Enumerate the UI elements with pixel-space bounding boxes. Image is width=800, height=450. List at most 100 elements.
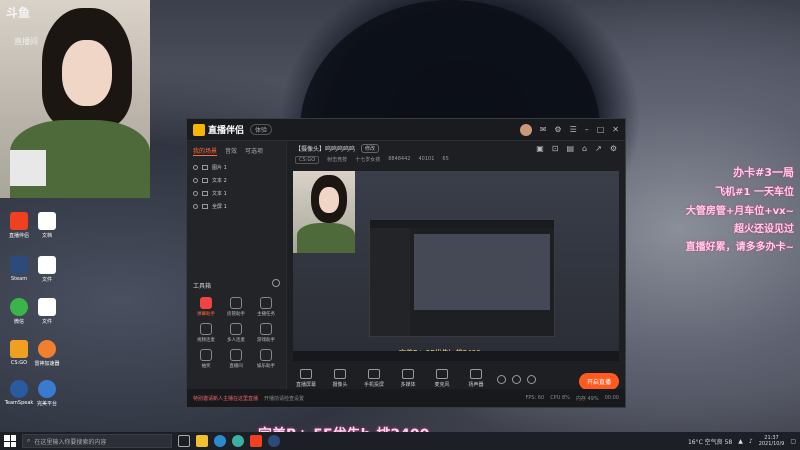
gear-icon[interactable]	[527, 375, 536, 384]
fps-readout: FPS: 60	[525, 395, 545, 401]
eye-icon[interactable]	[193, 178, 198, 183]
status-bar: 特别邀请新人主播在这里直播 开播前请检查设置 FPS: 60 CPU 8% 内存…	[187, 389, 625, 407]
gift-icon[interactable]: ▣	[536, 144, 544, 153]
lock-icon[interactable]	[202, 191, 208, 196]
preview-webcam-face	[319, 187, 339, 213]
steam-icon[interactable]	[268, 435, 280, 447]
source-item[interactable]: 文本 1	[187, 187, 286, 200]
close-icon[interactable]: ✕	[612, 125, 619, 134]
lock-icon[interactable]	[202, 178, 208, 183]
preview-nested-titlebar	[370, 220, 554, 228]
douyu-logo-sub: 直播间	[14, 37, 38, 46]
room-id: 8848442	[388, 156, 411, 162]
source-item[interactable]: 图片 1	[187, 161, 286, 174]
stream-preview[interactable]: 完美B+ 5E优先b-排2400	[293, 171, 619, 361]
tab-scenes[interactable]: 我的场景	[193, 146, 218, 156]
lock-icon[interactable]: ⊡	[552, 144, 559, 153]
webcam-overlay: 斗鱼 直播间	[0, 0, 150, 198]
desktop-icon-6[interactable]: 文件	[32, 298, 62, 325]
calendar-icon[interactable]: ▤	[566, 144, 574, 153]
game-category[interactable]: CS:GO	[295, 156, 320, 164]
network-icon[interactable]: ▲	[738, 438, 743, 445]
room-stats: CS:GO 射击竞技 十七岁女孩 8848442 40101 65	[287, 156, 625, 164]
status-warning[interactable]: 特别邀请新人主播在这里直播	[193, 395, 258, 402]
tool-room[interactable]: 直播间	[221, 349, 251, 369]
media-button[interactable]: 多媒体	[395, 369, 421, 388]
share-icon[interactable]: ↗	[595, 144, 602, 153]
phone-icon	[368, 369, 380, 379]
edge-icon[interactable]	[232, 435, 244, 447]
system-tray: 16°C 空气良 58 ▲ ♪ 21:37 2021/10/9 ▢	[688, 435, 796, 447]
eye-icon[interactable]	[193, 204, 198, 209]
desktop-icon-8[interactable]: 雷神加速器	[32, 340, 62, 367]
weather-readout[interactable]: 16°C 空气良 58	[688, 437, 732, 446]
eye-icon[interactable]	[193, 191, 198, 196]
app-title: 直播伴侣	[208, 126, 245, 136]
lock-icon[interactable]	[202, 204, 208, 209]
taskbar-search[interactable]: ⌕ 在这里输入你要搜索的内容	[22, 434, 172, 448]
promo-line-5: 直播好累，请多多办卡~	[685, 242, 794, 253]
tool-task[interactable]: 主播任务	[251, 297, 281, 317]
menu-icon[interactable]: ☰	[570, 125, 577, 134]
refresh-icon[interactable]	[272, 279, 280, 287]
tab-sound[interactable]: 音效	[225, 146, 237, 156]
desktop-icon-7[interactable]: CS:GO	[4, 340, 34, 366]
scene-tabs: 我的场景 音效 可选项	[187, 141, 286, 161]
app-logo-icon	[193, 123, 205, 136]
desktop-icon-2[interactable]: 文档	[32, 212, 62, 239]
preview-taskbar	[293, 351, 619, 361]
tool-video-link[interactable]: 视频连麦	[191, 323, 221, 343]
tool-game[interactable]: 游戏助手	[251, 323, 281, 343]
settings-icon[interactable]: ⚙	[610, 144, 617, 153]
version-badge[interactable]: 体验	[250, 124, 273, 135]
tool-fun[interactable]: 娱乐助手	[251, 349, 281, 369]
desktop-icon-4[interactable]: 文件	[32, 256, 62, 283]
record-icon[interactable]	[497, 375, 506, 384]
source-item[interactable]: 全屏 1	[187, 200, 286, 213]
cpu-readout: CPU 8%	[550, 395, 570, 401]
desktop-icon-10[interactable]: 完美平台	[32, 380, 62, 407]
webcam-face	[62, 40, 112, 106]
maximize-icon[interactable]: □	[597, 125, 605, 134]
tab-options[interactable]: 可选项	[245, 146, 263, 156]
screen-capture-button[interactable]: 直播屏幕	[293, 369, 319, 388]
tool-admin[interactable]: 房管助手	[221, 297, 251, 317]
source-item[interactable]: 文本 2	[187, 174, 286, 187]
mail-icon[interactable]: ✉	[540, 125, 547, 134]
clock[interactable]: 21:37 2021/10/9	[759, 435, 785, 447]
desktop-icon-9[interactable]: TeamSpeak	[4, 380, 34, 406]
eye-icon[interactable]	[512, 375, 521, 384]
volume-icon[interactable]: ♪	[749, 438, 753, 445]
room-edit-button[interactable]: 修改	[361, 144, 380, 153]
notification-icon[interactable]: ▢	[790, 438, 796, 445]
camera-button[interactable]: 摄像头	[327, 369, 353, 388]
phone-cast-button[interactable]: 手机投屏	[361, 369, 387, 388]
streaming-app-icon[interactable]	[250, 435, 262, 447]
browser-icon[interactable]	[214, 435, 226, 447]
live-timer: 00:00	[604, 395, 619, 401]
heat-count: 40101	[418, 156, 435, 162]
tool-multi-link[interactable]: 多人连麦	[221, 323, 251, 343]
promo-line-4: 超火还设见过	[734, 224, 794, 235]
toolbox-grid: 弹幕助手 房管助手 主播任务 视频连麦 多人连麦 游戏助手 抽奖 直播间 娱乐助…	[191, 297, 283, 369]
windows-start-icon[interactable]	[4, 435, 16, 447]
tool-danmu[interactable]: 弹幕助手	[191, 297, 221, 317]
preview-nested-window	[369, 219, 555, 337]
lock-icon[interactable]	[202, 165, 208, 170]
main-panel: 【摄像头】呜呜呜呜呜 修改 ▣ ⊡ ▤ ⌂ ↗ ⚙ CS:GO 射击竞技 十七岁…	[287, 141, 625, 390]
speaker-button[interactable]: 扬声器	[463, 369, 489, 388]
minimize-icon[interactable]: –	[585, 125, 589, 134]
settings-icon[interactable]: ⚙	[554, 125, 561, 134]
home-icon[interactable]: ⌂	[582, 144, 587, 153]
tool-lottery[interactable]: 抽奖	[191, 349, 221, 369]
desktop-icon-1[interactable]: 直播伴侣	[4, 212, 34, 239]
task-view-icon[interactable]	[178, 435, 190, 447]
microphone-button[interactable]: 麦克风	[429, 369, 455, 388]
desktop-icon-3[interactable]: Steam	[4, 256, 34, 282]
desktop-icon-5[interactable]: 微信	[4, 298, 34, 325]
eye-icon[interactable]	[193, 165, 198, 170]
file-explorer-icon[interactable]	[196, 435, 208, 447]
avatar[interactable]	[519, 123, 532, 136]
microphone-icon	[436, 369, 448, 379]
go-live-button[interactable]: 开启直播	[578, 373, 619, 390]
